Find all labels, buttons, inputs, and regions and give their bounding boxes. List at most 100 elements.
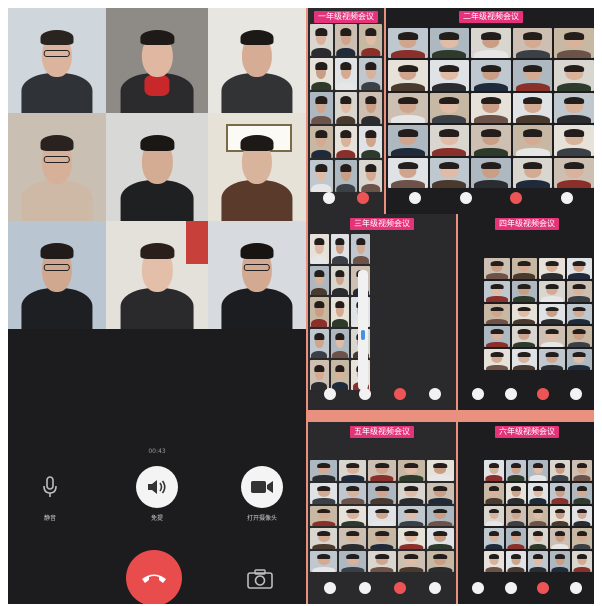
participant-thumbnail[interactable]	[506, 505, 526, 527]
participant-thumbnail[interactable]	[511, 280, 537, 302]
participant-thumbnail[interactable]	[528, 482, 548, 504]
participant-thumbnail[interactable]	[388, 125, 428, 156]
participant-thumbnail[interactable]	[572, 482, 592, 504]
mini-hangup-button[interactable]	[510, 192, 523, 204]
participant-thumbnail[interactable]	[429, 92, 470, 124]
mini-hangup-button[interactable]	[357, 192, 369, 204]
participant-thumbnail[interactable]	[484, 303, 510, 325]
mini-control-button[interactable]	[569, 388, 582, 400]
participant-thumbnail[interactable]	[339, 482, 367, 504]
participant-thumbnail[interactable]	[539, 303, 565, 325]
participant-thumbnail[interactable]	[429, 28, 470, 59]
participant-thumbnail[interactable]	[334, 160, 358, 192]
participant-thumbnail[interactable]	[554, 125, 594, 156]
participant-video-tile[interactable]	[106, 221, 208, 329]
mini-control-button[interactable]	[358, 388, 371, 400]
mini-control-button[interactable]	[459, 192, 472, 204]
participant-thumbnail[interactable]	[397, 505, 425, 527]
participant-thumbnail[interactable]	[572, 528, 592, 550]
participant-thumbnail[interactable]	[388, 157, 428, 188]
participant-thumbnail[interactable]	[310, 160, 333, 192]
participant-thumbnail[interactable]	[566, 258, 592, 279]
participant-thumbnail[interactable]	[484, 505, 504, 527]
participant-thumbnail[interactable]	[550, 528, 570, 550]
participant-thumbnail[interactable]	[429, 125, 470, 156]
participant-video-tile[interactable]	[208, 8, 306, 113]
participant-thumbnail[interactable]	[334, 126, 358, 158]
participant-thumbnail[interactable]	[310, 528, 338, 550]
mini-control-button[interactable]	[569, 582, 582, 594]
participant-video-tile[interactable]	[106, 113, 208, 221]
mini-control-button[interactable]	[323, 388, 336, 400]
participant-thumbnail[interactable]	[512, 60, 553, 91]
participant-thumbnail[interactable]	[359, 126, 382, 158]
participant-thumbnail[interactable]	[310, 24, 333, 56]
participant-thumbnail[interactable]	[359, 92, 382, 124]
participant-thumbnail[interactable]	[539, 280, 565, 302]
participant-thumbnail[interactable]	[554, 60, 594, 91]
participant-thumbnail[interactable]	[310, 297, 329, 327]
switch-camera-button[interactable]	[246, 568, 274, 590]
participant-thumbnail[interactable]	[339, 505, 367, 527]
mini-hangup-button[interactable]	[393, 388, 406, 400]
participant-thumbnail[interactable]	[471, 125, 511, 156]
participant-thumbnail[interactable]	[310, 126, 333, 158]
participant-thumbnail[interactable]	[339, 460, 367, 481]
mute-button[interactable]: 静音	[22, 466, 78, 522]
mini-control-button[interactable]	[358, 582, 371, 594]
volume-slider[interactable]	[358, 270, 368, 390]
participant-thumbnail[interactable]	[511, 349, 537, 370]
mini-control-button[interactable]	[428, 388, 441, 400]
participant-thumbnail[interactable]	[310, 460, 338, 481]
participant-thumbnail[interactable]	[528, 460, 548, 481]
participant-thumbnail[interactable]	[512, 157, 553, 188]
participant-thumbnail[interactable]	[484, 528, 504, 550]
participant-thumbnail[interactable]	[484, 349, 510, 370]
participant-thumbnail[interactable]	[539, 326, 565, 348]
participant-thumbnail[interactable]	[572, 551, 592, 572]
participant-thumbnail[interactable]	[512, 125, 553, 156]
participant-thumbnail[interactable]	[471, 92, 511, 124]
participant-thumbnail[interactable]	[484, 551, 504, 572]
mini-control-button[interactable]	[323, 192, 335, 204]
participant-thumbnail[interactable]	[511, 258, 537, 279]
participant-thumbnail[interactable]	[368, 551, 396, 572]
participant-thumbnail[interactable]	[511, 326, 537, 348]
participant-thumbnail[interactable]	[334, 24, 358, 56]
participant-thumbnail[interactable]	[368, 482, 396, 504]
participant-thumbnail[interactable]	[397, 551, 425, 572]
participant-thumbnail[interactable]	[334, 58, 358, 90]
participant-thumbnail[interactable]	[566, 349, 592, 370]
participant-thumbnail[interactable]	[539, 258, 565, 279]
participant-thumbnail[interactable]	[359, 160, 382, 192]
mini-hangup-button[interactable]	[537, 388, 550, 400]
participant-thumbnail[interactable]	[566, 303, 592, 325]
participant-thumbnail[interactable]	[572, 460, 592, 481]
participant-thumbnail[interactable]	[334, 92, 358, 124]
participant-thumbnail[interactable]	[528, 528, 548, 550]
participant-thumbnail[interactable]	[528, 551, 548, 572]
participant-thumbnail[interactable]	[506, 551, 526, 572]
participant-thumbnail[interactable]	[426, 505, 454, 527]
participant-thumbnail[interactable]	[484, 280, 510, 302]
participant-thumbnail[interactable]	[368, 505, 396, 527]
participant-thumbnail[interactable]	[566, 280, 592, 302]
participant-thumbnail[interactable]	[511, 303, 537, 325]
participant-thumbnail[interactable]	[550, 505, 570, 527]
mini-control-button[interactable]	[504, 388, 517, 400]
participant-thumbnail[interactable]	[368, 460, 396, 481]
mini-control-button[interactable]	[409, 192, 422, 204]
participant-thumbnail[interactable]	[426, 528, 454, 550]
participant-thumbnail[interactable]	[426, 482, 454, 504]
participant-thumbnail[interactable]	[310, 482, 338, 504]
participant-thumbnail[interactable]	[310, 58, 333, 90]
participant-thumbnail[interactable]	[397, 528, 425, 550]
participant-thumbnail[interactable]	[310, 551, 338, 572]
participant-thumbnail[interactable]	[484, 258, 510, 279]
participant-thumbnail[interactable]	[539, 349, 565, 370]
participant-thumbnail[interactable]	[388, 92, 428, 124]
mini-control-button[interactable]	[428, 582, 441, 594]
participant-thumbnail[interactable]	[426, 551, 454, 572]
participant-thumbnail[interactable]	[506, 482, 526, 504]
participant-thumbnail[interactable]	[471, 60, 511, 91]
